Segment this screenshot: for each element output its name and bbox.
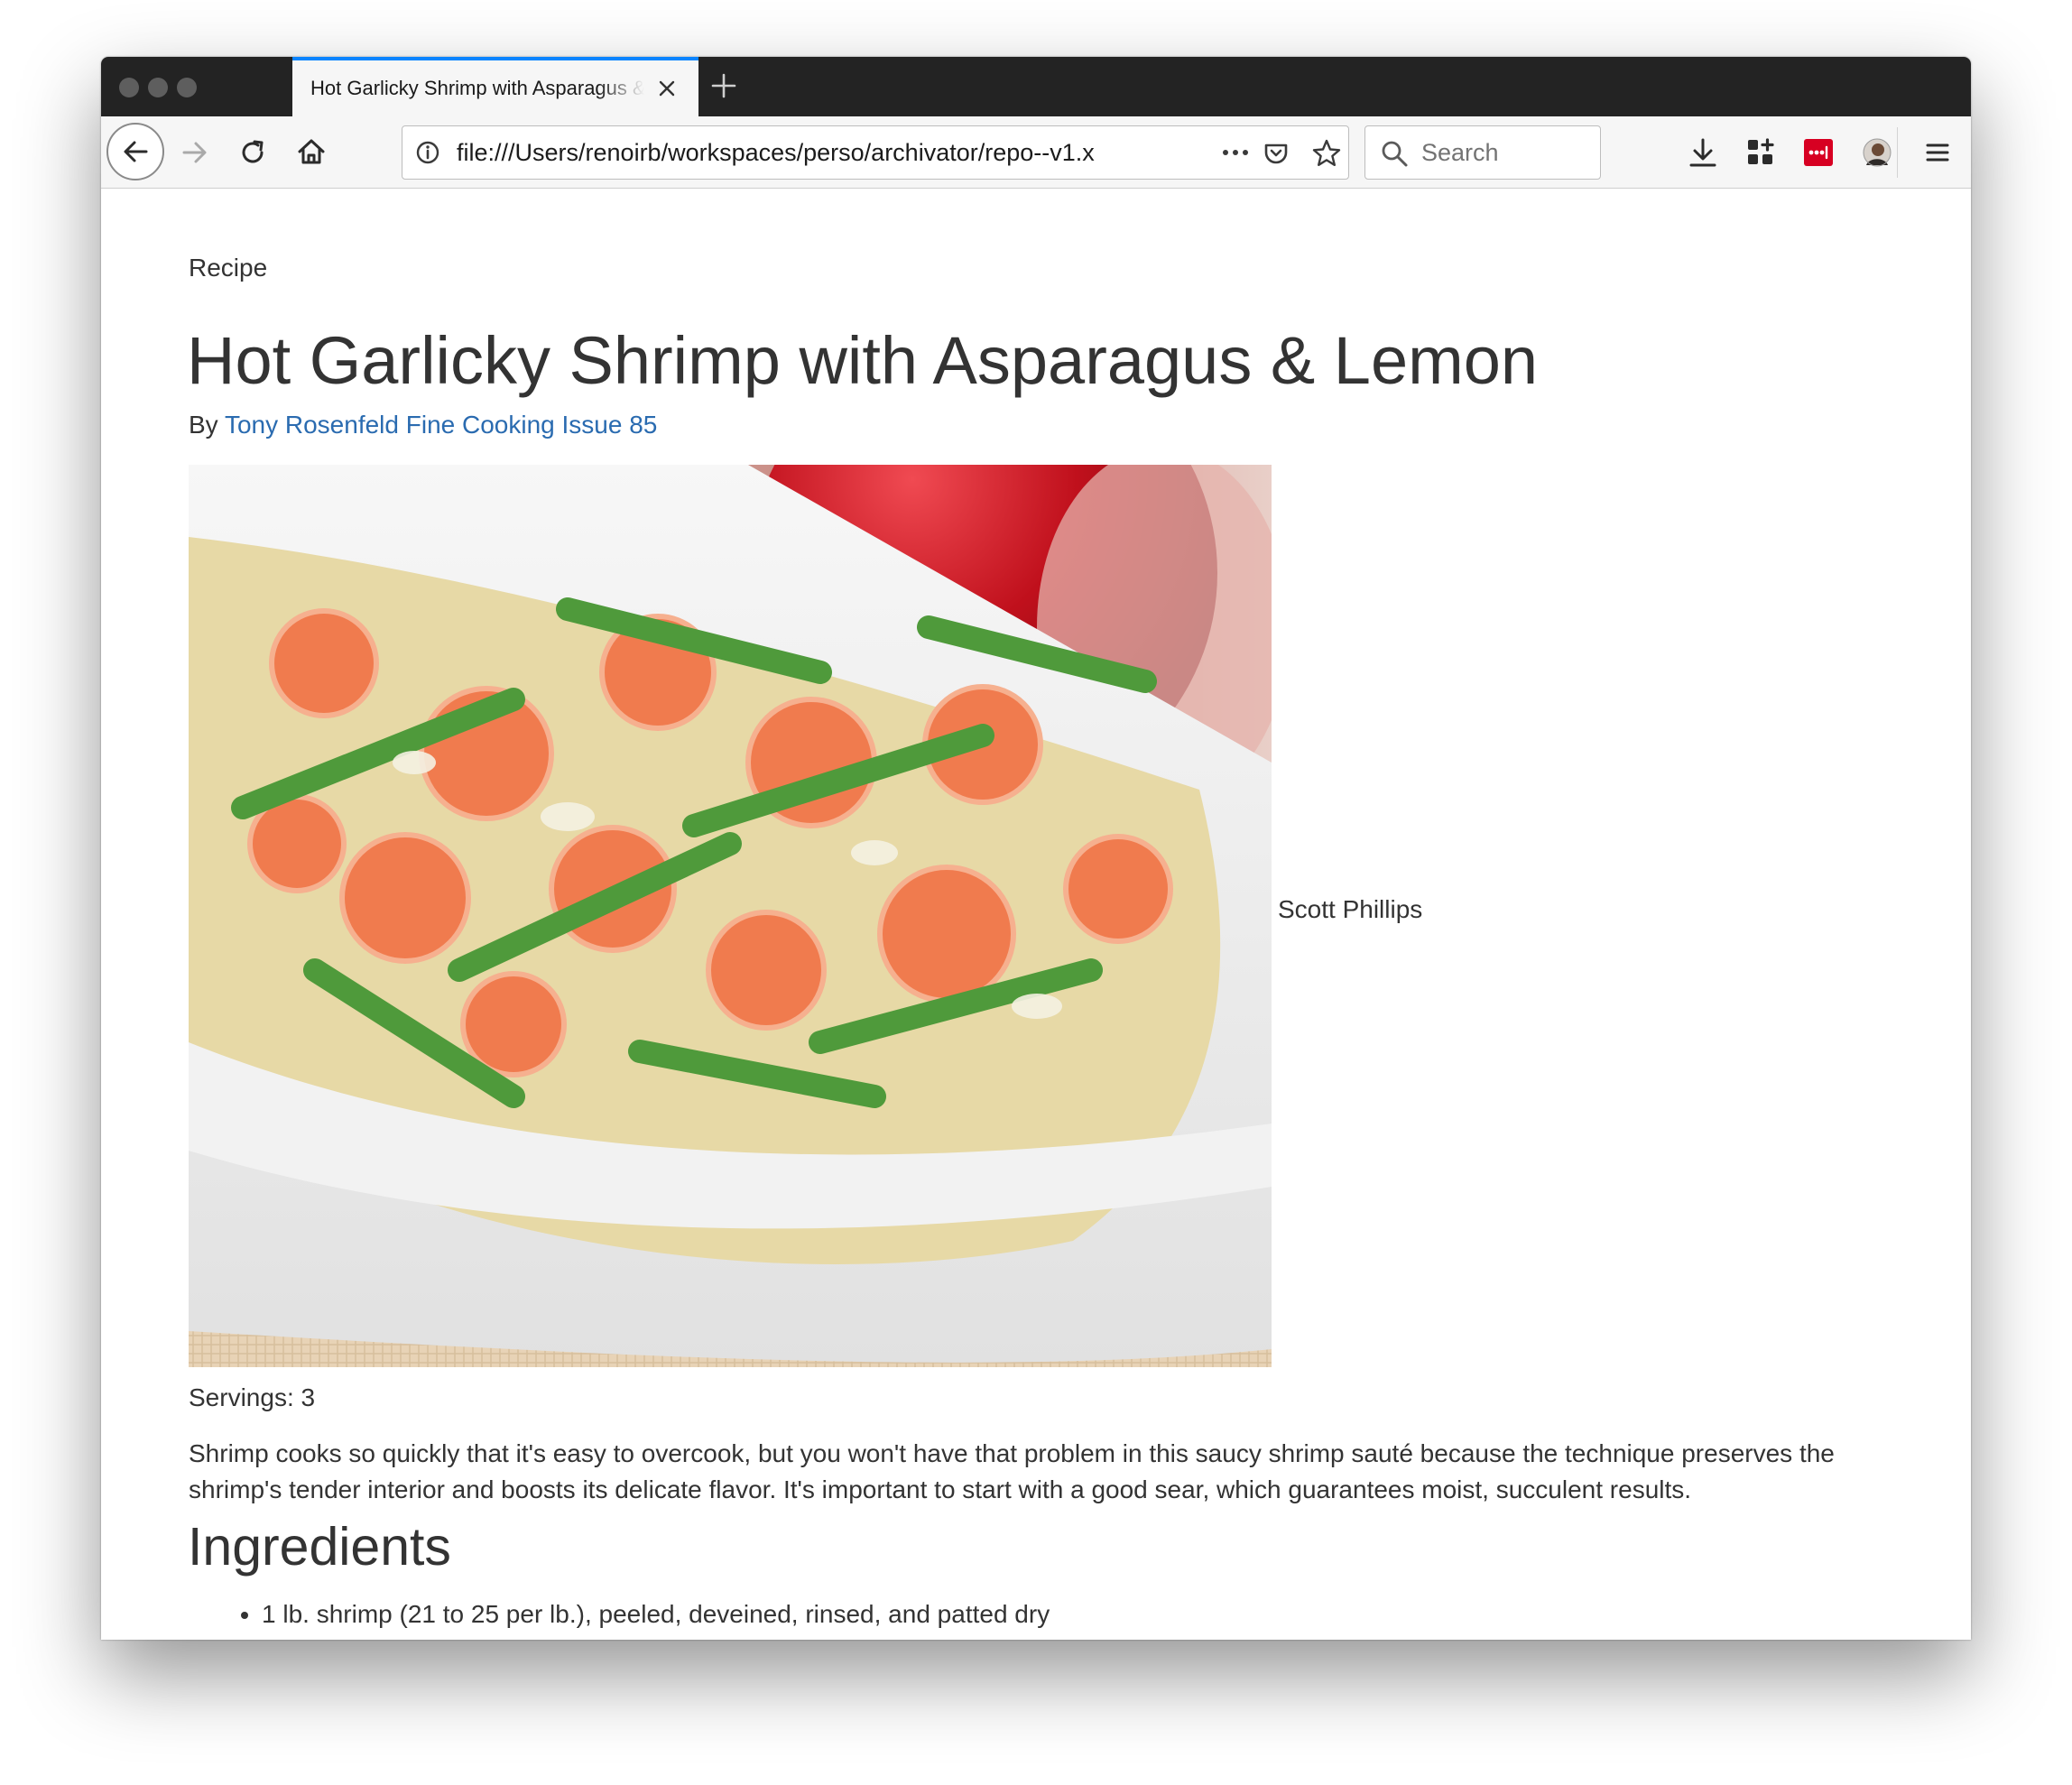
- photo-credit: Scott Phillips: [1278, 895, 1423, 923]
- ingredients-heading: Ingredients: [188, 1517, 451, 1577]
- site-info-icon[interactable]: [415, 140, 440, 165]
- bookmark-star-icon[interactable]: [1311, 138, 1342, 169]
- forward-icon[interactable]: [180, 138, 209, 167]
- search-placeholder: Search: [1421, 139, 1499, 166]
- new-tab-icon[interactable]: [708, 69, 740, 102]
- apps-grid-icon[interactable]: [1745, 137, 1776, 168]
- window-close-dot[interactable]: [119, 78, 139, 97]
- url-bar[interactable]: file:///Users/renoirb/workspaces/perso/a…: [402, 125, 1349, 180]
- byline-prefix: By: [189, 411, 218, 439]
- lastpass-icon[interactable]: [1803, 138, 1834, 167]
- breadcrumb: Recipe: [189, 254, 268, 282]
- ingredient-item: 1 lb. shrimp (21 to 25 per lb.), peeled,…: [262, 1596, 1050, 1632]
- byline: By Tony Rosenfeld Fine Cooking Issue 85: [189, 409, 657, 441]
- tab-active[interactable]: Hot Garlicky Shrimp with Asparagus & Lem…: [292, 57, 698, 116]
- ingredients-list: 1 lb. shrimp (21 to 25 per lb.), peeled,…: [189, 1596, 1050, 1640]
- tab-title: Hot Garlicky Shrimp with Asparagus & Lem…: [310, 77, 644, 99]
- close-tab-icon[interactable]: [653, 75, 680, 102]
- page-actions-menu-icon[interactable]: [1219, 141, 1252, 164]
- recipe-description: Shrimp cooks so quickly that it's easy t…: [189, 1439, 1835, 1503]
- search-icon: [1382, 141, 1408, 167]
- arrow-left-icon: [124, 141, 148, 162]
- download-icon[interactable]: [1688, 136, 1718, 169]
- account-avatar-icon[interactable]: [1863, 138, 1892, 167]
- toolbar-divider: [1897, 127, 1898, 178]
- url-text[interactable]: file:///Users/renoirb/workspaces/perso/a…: [457, 126, 1152, 179]
- author-link[interactable]: Tony Rosenfeld Fine Cooking Issue 85: [225, 411, 657, 439]
- page-content: Recipe Hot Garlicky Shrimp with Asparagu…: [101, 189, 1971, 1640]
- nav-toolbar: file:///Users/renoirb/workspaces/perso/a…: [101, 116, 1971, 189]
- window-minimize-dot[interactable]: [148, 78, 168, 97]
- window-zoom-dot[interactable]: [177, 78, 197, 97]
- browser-window: Hot Garlicky Shrimp with Asparagus & Lem…: [101, 57, 1971, 1640]
- ingredient-item: 3/4 tsp. kosher salt; more as needed: [262, 1632, 1050, 1640]
- pocket-icon[interactable]: [1262, 139, 1290, 168]
- back-button[interactable]: [106, 123, 164, 180]
- tab-strip: Hot Garlicky Shrimp with Asparagus & Lem…: [101, 57, 1971, 116]
- home-icon[interactable]: [296, 136, 327, 167]
- reload-icon[interactable]: [238, 138, 267, 167]
- recipe-photo: [189, 465, 1272, 1367]
- page-title: Hot Garlicky Shrimp with Asparagus & Lem…: [187, 323, 1539, 398]
- hamburger-menu-icon[interactable]: [1924, 139, 1951, 166]
- servings: Servings: 3: [189, 1383, 316, 1411]
- search-bar[interactable]: Search: [1364, 125, 1601, 180]
